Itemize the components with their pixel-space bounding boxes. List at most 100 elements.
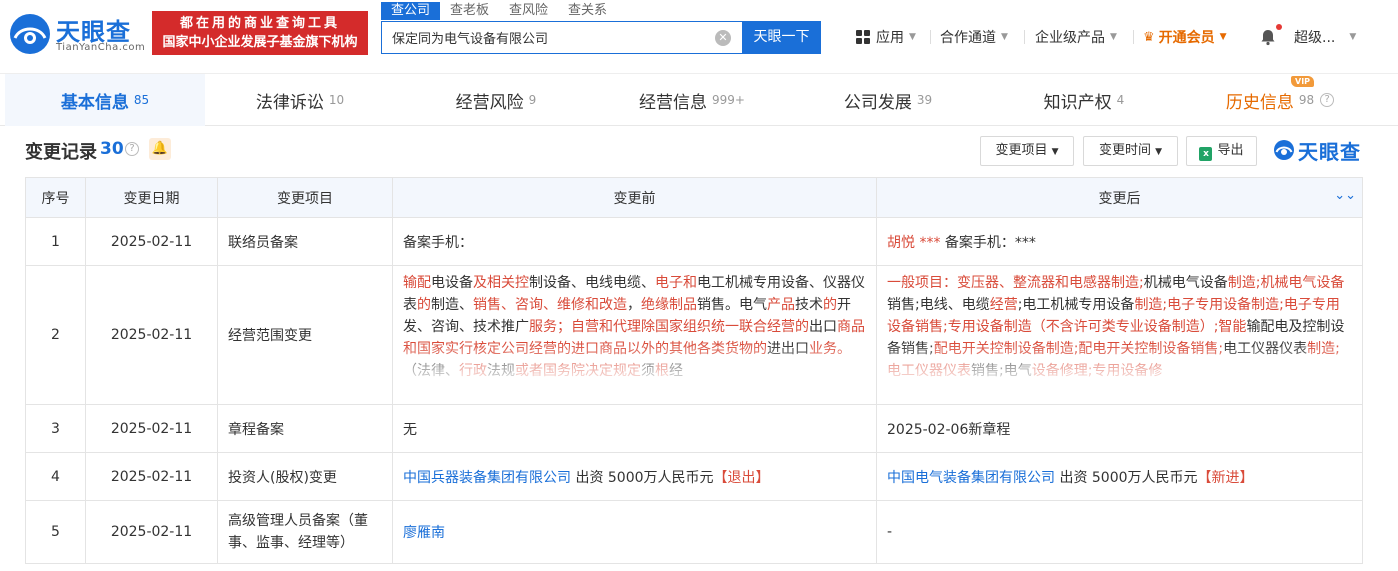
tab-development[interactable]: 公司发展 39 — [788, 74, 988, 126]
scope-segment: 的 — [823, 297, 837, 313]
cell-date: 2025-02-11 — [85, 500, 218, 564]
search-type-tabs: 查公司 查老板 查风险 查关系 — [381, 2, 617, 20]
scope-segment: 销售、咨询、维修和改造 — [473, 297, 627, 313]
scope-segment: 输配 — [403, 275, 431, 291]
user-menu[interactable]: 超级... ▼ — [1294, 27, 1356, 47]
col-header-after-label: 变更后 — [1098, 190, 1141, 207]
scope-segment: 电线、电缆 — [919, 297, 990, 313]
tab-basic-info[interactable]: 基本信息 85 — [5, 74, 205, 126]
vip-badge: VIP — [1291, 76, 1315, 87]
table-row: 3 2025-02-11 章程备案 无 2025-02-06新章程 — [25, 404, 1363, 453]
chevron-down-icon: ▼ — [909, 32, 916, 42]
scope-segment: 制设备、电线电缆、 — [529, 275, 655, 291]
search-input[interactable] — [382, 22, 712, 53]
search-button[interactable]: 天眼一下 — [742, 21, 821, 54]
cell-after: 胡悦 *** 备案手机：*** — [876, 217, 1363, 266]
person-link[interactable]: 廖雁南 — [403, 525, 445, 541]
notification-bell[interactable] — [1259, 24, 1282, 47]
tab-label: 公司发展 — [843, 92, 912, 113]
tab-history[interactable]: 历史信息 98? — [1180, 74, 1380, 126]
company-link[interactable]: 中国兵器装备集团有限公司 — [403, 470, 571, 486]
export-button[interactable]: x 导出 — [1186, 136, 1257, 166]
cell-before: 廖雁南 — [392, 500, 877, 564]
cell-before: 备案手机： — [392, 217, 877, 266]
scope-segment: 制造; — [1227, 275, 1261, 291]
tab-operation[interactable]: 经营信息 999+ — [592, 74, 792, 126]
col-header-after: 变更后 ⌄⌄ — [876, 177, 1363, 218]
cell-before: 中国兵器装备集团有限公司 出资 5000万人民币元【退出】 — [392, 452, 877, 501]
tab-legal[interactable]: 法律诉讼 10 — [200, 74, 400, 126]
clear-search-icon[interactable]: ✕ — [715, 30, 731, 46]
cell-after: 中国电气装备集团有限公司 出资 5000万人民币元【新进】 — [876, 452, 1363, 501]
cell-date: 2025-02-11 — [85, 452, 218, 501]
col-header-before: 变更前 — [392, 177, 877, 218]
chevron-down-icon: ▼ — [1349, 32, 1357, 42]
scope-segment: 销售; — [887, 297, 920, 313]
expand-all-icon[interactable]: ⌄⌄ — [1334, 188, 1356, 203]
tab-label: 经营风险 — [455, 92, 524, 113]
search-tab-company[interactable]: 查公司 — [381, 2, 441, 20]
apps-grid-icon — [856, 30, 870, 44]
bell-icon — [1261, 30, 1275, 46]
scope-segment: 电设备 — [431, 275, 473, 291]
help-icon[interactable]: ? — [1320, 93, 1335, 107]
table-row: 5 2025-02-11 高级管理人员备案（董事、监事、经理等） 廖雁南 - — [25, 500, 1363, 564]
subscribe-bell-icon[interactable]: 🔔 — [149, 138, 171, 160]
cell-item: 经营范围变更 — [217, 265, 393, 405]
scope-before-text: 输配电设备及相关控制设备、电线电缆、电子和电工机械专用设备、仪器仪表的制造、销售… — [403, 266, 866, 387]
excel-icon: x — [1199, 147, 1213, 161]
cell-date: 2025-02-11 — [85, 217, 218, 266]
nav-apps-label: 应用 — [876, 30, 904, 46]
nav-divider — [930, 30, 931, 44]
help-icon[interactable]: ? — [125, 142, 139, 156]
brand-watermark: 天眼查 — [1273, 136, 1363, 164]
scope-segment: 绝缘制品 — [641, 297, 697, 313]
nav-divider — [1133, 30, 1134, 44]
main-tabs: 基本信息 85 法律诉讼 10 经营风险 9 经营信息 999+ 公司发展 39 知识产权… — [0, 74, 1398, 126]
caret-down-icon: ▼ — [1155, 147, 1163, 157]
cell-after: 2025-02-06新章程 — [876, 404, 1363, 453]
tab-risk[interactable]: 经营风险 9 — [396, 74, 596, 126]
scope-segment: 服务；自营和代理除国家组织统一联合经营的 — [529, 319, 809, 335]
scope-segment: 制造、 — [431, 297, 473, 313]
cell-no: 5 — [25, 500, 86, 564]
scope-segment: 的 — [417, 297, 431, 313]
tab-count: 9 — [528, 93, 537, 107]
filter-change-time-label: 变更时间 — [1098, 143, 1151, 158]
tab-ip[interactable]: 知识产权 4 — [984, 74, 1184, 126]
user-name: 超级... — [1294, 30, 1336, 46]
chevron-down-icon: ▼ — [1219, 32, 1227, 42]
scope-segment: 经营 — [989, 297, 1018, 313]
nav-enterprise[interactable]: 企业级产品 ▼ — [1035, 27, 1117, 47]
caret-down-icon: ▼ — [1051, 147, 1059, 157]
search-tab-risk[interactable]: 查风险 — [499, 2, 558, 20]
nav-vip[interactable]: ♛ 开通会员 ▼ — [1143, 27, 1227, 47]
nav-apps[interactable]: 应用 ▼ — [856, 27, 916, 47]
nav-partner[interactable]: 合作通道 ▼ — [940, 27, 1008, 47]
search-tab-relation[interactable]: 查关系 — [558, 2, 617, 20]
cell-item: 章程备案 — [217, 404, 393, 453]
nav-enterprise-label: 企业级产品 — [1035, 30, 1105, 46]
tab-label: 经营信息 — [639, 92, 708, 113]
filter-change-item-label: 变更项目 — [995, 143, 1048, 158]
col-header-date: 变更日期 — [85, 177, 218, 218]
tab-label: 历史信息 — [1225, 92, 1294, 113]
search-tab-boss[interactable]: 查老板 — [440, 2, 499, 20]
chevron-down-icon: ▼ — [1110, 32, 1117, 42]
company-link[interactable]: 中国电气装备集团有限公司 — [887, 470, 1055, 486]
nav-vip-label: 开通会员 — [1158, 30, 1215, 46]
after-text: 备案手机：*** — [944, 234, 1036, 251]
status-tag: 【退出】 — [713, 469, 770, 486]
scope-segment: 销售。电气 — [697, 297, 767, 313]
filter-change-time[interactable]: 变更时间 ▼ — [1083, 136, 1178, 166]
scope-segment: 机械电气设备 — [1260, 275, 1345, 291]
slogan-line-1: 都在用的商业查询工具 — [179, 16, 340, 31]
site-logo[interactable]: 天眼查 TianYanCha.com — [8, 10, 148, 56]
eye-logo-icon — [10, 14, 50, 54]
top-bar: 天眼查 TianYanCha.com 都在用的商业查询工具 国家中小企业发展子基… — [0, 0, 1398, 74]
filter-change-item[interactable]: 变更项目 ▼ — [980, 136, 1074, 166]
tab-label: 法律诉讼 — [255, 92, 324, 113]
section-title: 变更记录 — [25, 142, 97, 163]
after-highlight: 胡悦 *** — [887, 234, 941, 251]
cell-no: 3 — [25, 404, 86, 453]
